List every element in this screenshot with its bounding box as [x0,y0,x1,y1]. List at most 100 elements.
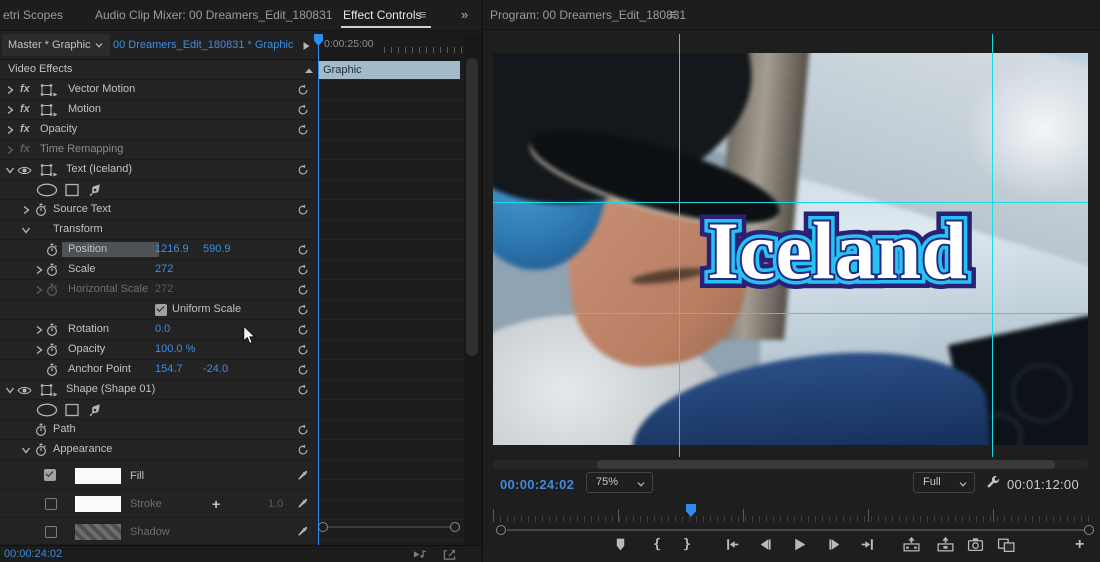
shadow-checkbox[interactable] [45,526,57,538]
collapse-section-icon[interactable] [303,65,315,77]
extract-button[interactable] [936,536,955,553]
eyedropper-icon[interactable] [296,469,309,482]
ecp-vertical-scrollbar[interactable] [464,34,481,545]
chevron-down-icon[interactable] [20,444,32,456]
chevron-right-icon[interactable] [33,324,45,336]
chevron-right-icon[interactable] [20,204,32,216]
stopwatch-icon[interactable] [35,423,47,437]
reset-icon[interactable] [297,384,309,396]
panel-menu-icon[interactable]: ≡ [419,7,427,22]
program-pan-thumb[interactable] [597,460,1055,469]
stroke-color-swatch[interactable] [75,496,121,512]
mark-out-button[interactable]: } [680,537,694,552]
reset-icon[interactable] [297,164,309,176]
transform-box-icon[interactable] [40,103,58,117]
chevron-right-icon[interactable] [33,284,45,296]
horizontal-guide-bottom[interactable] [493,313,1088,314]
pen-tool-icon[interactable] [87,182,103,198]
stopwatch-icon[interactable] [46,243,58,257]
eyedropper-icon[interactable] [296,497,309,510]
add-stroke-button[interactable]: + [212,490,220,509]
reset-icon[interactable] [297,124,309,136]
reset-icon[interactable] [297,424,309,436]
ellipse-tool-icon[interactable] [36,183,58,197]
anchor-x-value[interactable]: 154.7 [155,360,183,379]
export-frame-button[interactable] [967,536,984,553]
ecp-hscroll-track[interactable] [328,526,450,528]
zoom-level-dropdown[interactable]: 75% [586,472,653,493]
transform-box-icon[interactable] [40,83,58,97]
opacity-param-value[interactable]: 100.0 % [155,340,195,359]
master-clip-selector[interactable]: Master * Graphic [2,34,110,56]
reset-icon[interactable] [297,344,309,356]
chevron-down-icon[interactable] [4,164,16,176]
chevron-right-icon[interactable] [4,144,16,156]
reset-icon[interactable] [297,104,309,116]
scale-value[interactable]: 272 [155,260,173,279]
reset-icon[interactable] [297,364,309,376]
go-to-in-button[interactable] [724,536,741,553]
graphic-clip-bar[interactable]: Graphic [319,61,460,79]
reset-icon[interactable] [297,324,309,336]
program-pan-scrollbar[interactable] [493,460,1088,469]
shadow-color-swatch[interactable] [75,524,121,540]
settings-wrench-icon[interactable] [985,475,1001,491]
seek-left-handle[interactable] [496,525,506,535]
transform-box-icon[interactable] [40,383,58,397]
ecp-mini-timeline[interactable]: Graphic [318,60,464,545]
chevron-right-icon[interactable] [4,84,16,96]
play-button[interactable] [791,536,808,553]
reset-icon[interactable] [297,84,309,96]
reset-icon[interactable] [297,264,309,276]
button-editor-button[interactable]: + [1075,536,1084,554]
uniform-scale-checkbox[interactable] [155,304,167,316]
step-back-button[interactable] [757,536,774,553]
anchor-y-value[interactable]: -24.0 [203,360,228,379]
ecp-vscroll-thumb[interactable] [466,58,478,356]
stroke-checkbox[interactable] [45,498,57,510]
stopwatch-icon[interactable] [46,263,58,277]
lift-button[interactable] [902,536,921,553]
reset-icon[interactable] [297,204,309,216]
tab-overflow-icon[interactable]: » [461,7,466,22]
program-time-ruler[interactable] [493,505,1089,522]
stopwatch-icon[interactable] [46,343,58,357]
fill-color-swatch[interactable] [75,468,121,484]
program-seek-track[interactable] [507,529,1085,531]
ecp-playhead-line[interactable] [318,34,319,545]
playback-resolution-dropdown[interactable]: Full [913,472,975,493]
comparison-view-button[interactable] [997,536,1016,553]
eye-visibility-icon[interactable] [17,165,32,176]
chevron-right-icon[interactable] [4,104,16,116]
chevron-right-icon[interactable] [33,264,45,276]
tab-audio-clip-mixer[interactable]: Audio Clip Mixer: 00 Dreamers_Edit_18083… [95,8,332,22]
stopwatch-icon[interactable] [46,363,58,377]
rectangle-tool-icon[interactable] [64,183,80,197]
position-y-value[interactable]: 590.9 [203,240,231,259]
transform-box-icon[interactable] [40,163,58,177]
ecp-hscroll-left-handle[interactable] [318,522,328,532]
panel-menu-icon[interactable]: ≡ [669,7,677,22]
ellipse-tool-icon[interactable] [36,403,58,417]
program-video-frame[interactable] [493,53,1088,445]
horizontal-guide-top[interactable] [493,202,1088,203]
chevron-down-icon[interactable] [20,224,32,236]
tab-effect-controls[interactable]: Effect Controls [343,8,421,22]
chevron-right-icon[interactable] [33,344,45,356]
stopwatch-icon[interactable] [46,323,58,337]
program-title[interactable]: Program: 00 Dreamers_Edit_180831 [490,8,686,22]
chevron-down-icon[interactable] [94,40,104,50]
program-current-timecode[interactable]: 00:00:24:02 [500,477,574,492]
add-marker-button[interactable] [612,536,629,553]
rotation-value[interactable]: 0.0 [155,320,170,339]
ecp-timeline-ruler[interactable]: 0:00:25:00 0 [318,31,481,60]
stopwatch-icon[interactable] [35,203,47,217]
pen-tool-icon[interactable] [87,402,103,418]
eye-visibility-icon[interactable] [17,385,32,396]
sequence-clip-label[interactable]: 00 Dreamers_Edit_180831 * Graphic [113,34,293,56]
eyedropper-icon[interactable] [296,525,309,538]
reset-icon[interactable] [297,444,309,456]
chevron-down-icon[interactable] [4,384,16,396]
reset-icon[interactable] [297,284,309,296]
rectangle-tool-icon[interactable] [64,403,80,417]
